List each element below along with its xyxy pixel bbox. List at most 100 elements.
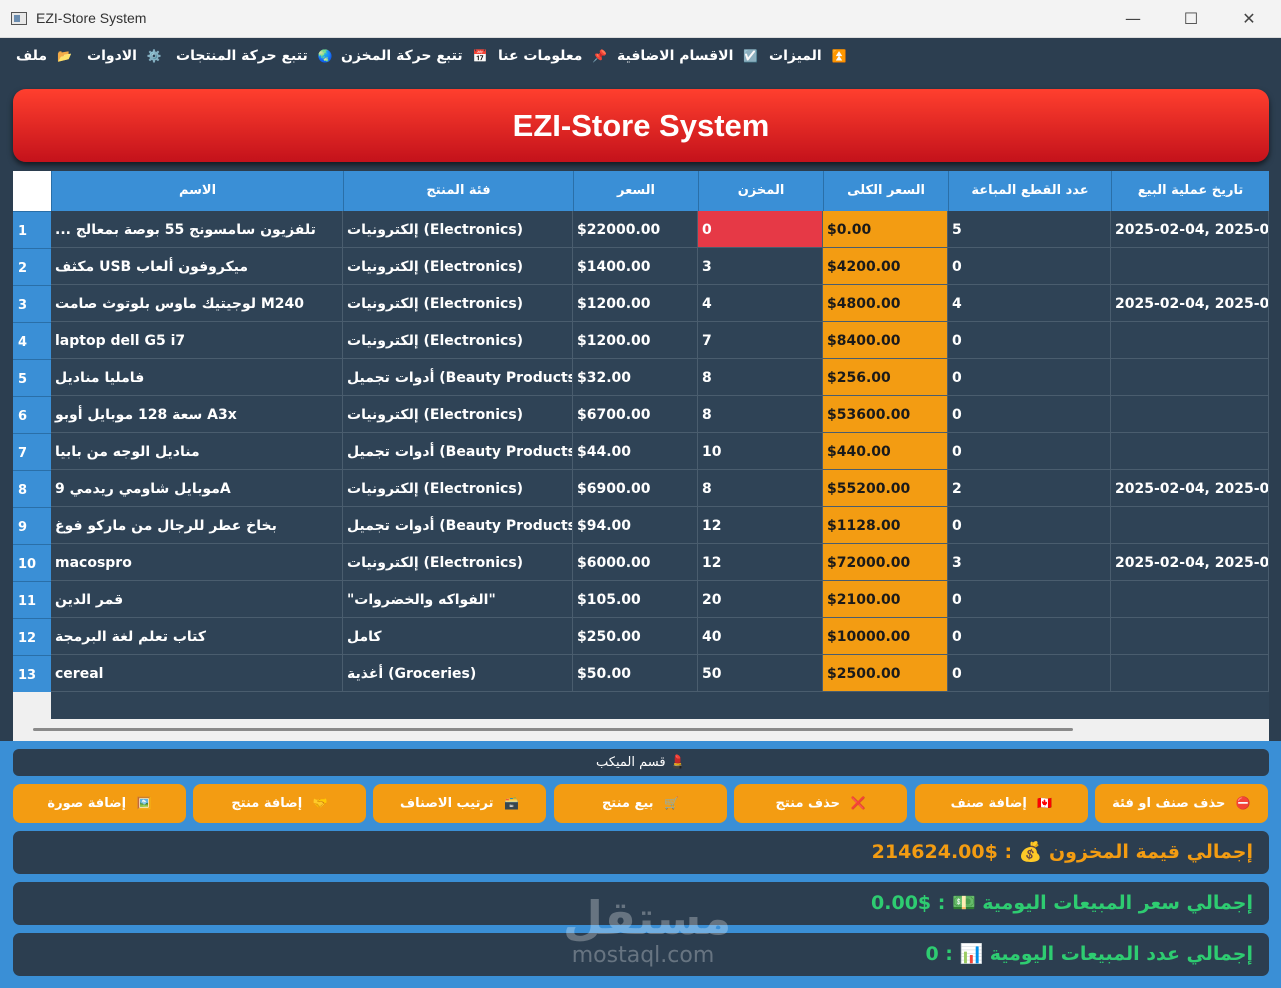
cell-sold[interactable]: 0 [948,655,1111,692]
menu-product-tracking[interactable]: تتبع حركة المنتجات 🌏 [176,48,333,70]
row-header[interactable]: 9 [13,507,51,544]
cell-stock[interactable]: 7 [698,322,823,359]
row-header[interactable]: 11 [13,581,51,618]
cell-sold[interactable]: 5 [948,211,1111,248]
cell-price[interactable]: $1400.00 [573,248,698,285]
cell-sold[interactable]: 0 [948,581,1111,618]
sort-items-button[interactable]: ترتيب الاصناف 🗃️ [373,784,546,823]
cell-price[interactable]: $44.00 [573,433,698,470]
cell-total[interactable]: $2100.00 [823,581,948,618]
cell-total[interactable]: $440.00 [823,433,948,470]
cell-category[interactable]: أدوات تجميل (Beauty Products) [343,359,573,396]
row-header[interactable]: 2 [13,248,51,285]
cell-sold[interactable]: 0 [948,396,1111,433]
cell-total[interactable]: $10000.00 [823,618,948,655]
menu-extra-categories[interactable]: الاقسام الاضافية ☑️ [617,48,758,70]
cell-price[interactable]: $6700.00 [573,396,698,433]
row-header[interactable]: 3 [13,285,51,322]
cell-category[interactable]: إلكترونيات (Electronics) [343,544,573,581]
add-item-button[interactable]: إضافة صنف 🇨🇦 [915,784,1088,823]
row-header[interactable]: 4 [13,322,51,359]
cell-category[interactable]: أدوات تجميل (Beauty Products) [343,433,573,470]
cell-category[interactable]: إلكترونيات (Electronics) [343,211,573,248]
cell-name[interactable]: مكثف USB ميكروفون ألعاب [51,248,343,285]
table-corner[interactable] [13,171,51,211]
cell-date[interactable]: 2025-02-04, 2025-02-04 [1111,211,1269,248]
row-header[interactable]: 12 [13,618,51,655]
delete-item-button[interactable]: حذف صنف او فئة ⛔ [1095,784,1268,823]
cell-sold[interactable]: 0 [948,322,1111,359]
menu-file[interactable]: ملف 📂 [16,48,72,70]
cell-category[interactable]: أدوات تجميل (Beauty Products) [343,507,573,544]
delete-product-button[interactable]: حذف منتج ❌ [734,784,907,823]
cell-price[interactable]: $250.00 [573,618,698,655]
cell-category[interactable]: إلكترونيات (Electronics) [343,285,573,322]
cell-sold[interactable]: 4 [948,285,1111,322]
cell-stock[interactable]: 8 [698,396,823,433]
cell-total[interactable]: $2500.00 [823,655,948,692]
cell-name[interactable]: macospro [51,544,343,581]
menu-features[interactable]: الميزات ⏫ [769,48,847,70]
cell-price[interactable]: $32.00 [573,359,698,396]
cell-stock[interactable]: 50 [698,655,823,692]
header-total[interactable]: السعر الكلى [823,171,948,211]
cell-price[interactable]: $1200.00 [573,322,698,359]
header-name[interactable]: الاسم [51,171,343,211]
cell-stock[interactable]: 4 [698,285,823,322]
maximize-button[interactable]: ☐ [1162,0,1220,37]
header-price[interactable]: السعر [573,171,698,211]
row-header[interactable]: 13 [13,655,51,692]
cell-total[interactable]: $72000.00 [823,544,948,581]
cell-price[interactable]: $1200.00 [573,285,698,322]
cell-category[interactable]: إلكترونيات (Electronics) [343,248,573,285]
products-table[interactable]: الاسم فئة المنتج السعر المخزن السعر الكل… [13,171,1269,741]
cell-name[interactable]: cereal [51,655,343,692]
header-date[interactable]: تاريخ عملية البيع [1111,171,1269,211]
cell-stock[interactable]: 20 [698,581,823,618]
cell-stock[interactable]: 40 [698,618,823,655]
cell-stock[interactable]: 8 [698,470,823,507]
cell-date[interactable] [1111,396,1269,433]
cell-price[interactable]: $22000.00 [573,211,698,248]
sell-product-button[interactable]: بيع منتج 🛒 [554,784,727,823]
add-product-button[interactable]: إضافة منتج 🤝 [193,784,366,823]
cell-total[interactable]: $256.00 [823,359,948,396]
cell-date[interactable] [1111,507,1269,544]
cell-stock[interactable]: 3 [698,248,823,285]
menu-stock-tracking[interactable]: تتبع حركة المخزن 📅 [341,48,487,70]
cell-name[interactable]: موبايل شاومي ريدمي 9A [51,470,343,507]
row-header[interactable]: 10 [13,544,51,581]
cell-stock[interactable]: 12 [698,544,823,581]
cell-category[interactable]: أغذية (Groceries) [343,655,573,692]
cell-category[interactable]: إلكترونيات (Electronics) [343,396,573,433]
scrollbar-thumb[interactable] [33,728,1073,731]
cell-stock[interactable]: 10 [698,433,823,470]
cell-name[interactable]: مناديل الوجه من بابيا [51,433,343,470]
cell-stock[interactable]: 8 [698,359,823,396]
cell-total[interactable]: $53600.00 [823,396,948,433]
cell-price[interactable]: $94.00 [573,507,698,544]
cell-category[interactable]: إلكترونيات (Electronics) [343,322,573,359]
cell-name[interactable]: كتاب تعلم لغة البرمجة [51,618,343,655]
cell-total[interactable]: $8400.00 [823,322,948,359]
cell-price[interactable]: $6900.00 [573,470,698,507]
cell-date[interactable]: 2025-02-04, 2025-02-04 [1111,470,1269,507]
header-stock[interactable]: المخزن [698,171,823,211]
cell-date[interactable] [1111,655,1269,692]
cell-total[interactable]: $1128.00 [823,507,948,544]
row-header[interactable]: 7 [13,433,51,470]
cell-name[interactable]: laptop dell G5 i7 [51,322,343,359]
cell-total[interactable]: $55200.00 [823,470,948,507]
cell-category[interactable]: كامل [343,618,573,655]
cell-category[interactable]: إلكترونيات (Electronics) [343,470,573,507]
cell-stock[interactable]: 12 [698,507,823,544]
cell-date[interactable] [1111,359,1269,396]
cell-total[interactable]: $4200.00 [823,248,948,285]
header-sold[interactable]: عدد القطع المباعة [948,171,1111,211]
cell-sold[interactable]: 0 [948,433,1111,470]
row-header[interactable]: 8 [13,470,51,507]
horizontal-scrollbar[interactable] [13,719,1269,741]
cell-name[interactable]: بخاخ عطر للرجال من ماركو فوغ [51,507,343,544]
cell-date[interactable] [1111,433,1269,470]
cell-date[interactable]: 2025-02-04, 2025-02-04 [1111,285,1269,322]
